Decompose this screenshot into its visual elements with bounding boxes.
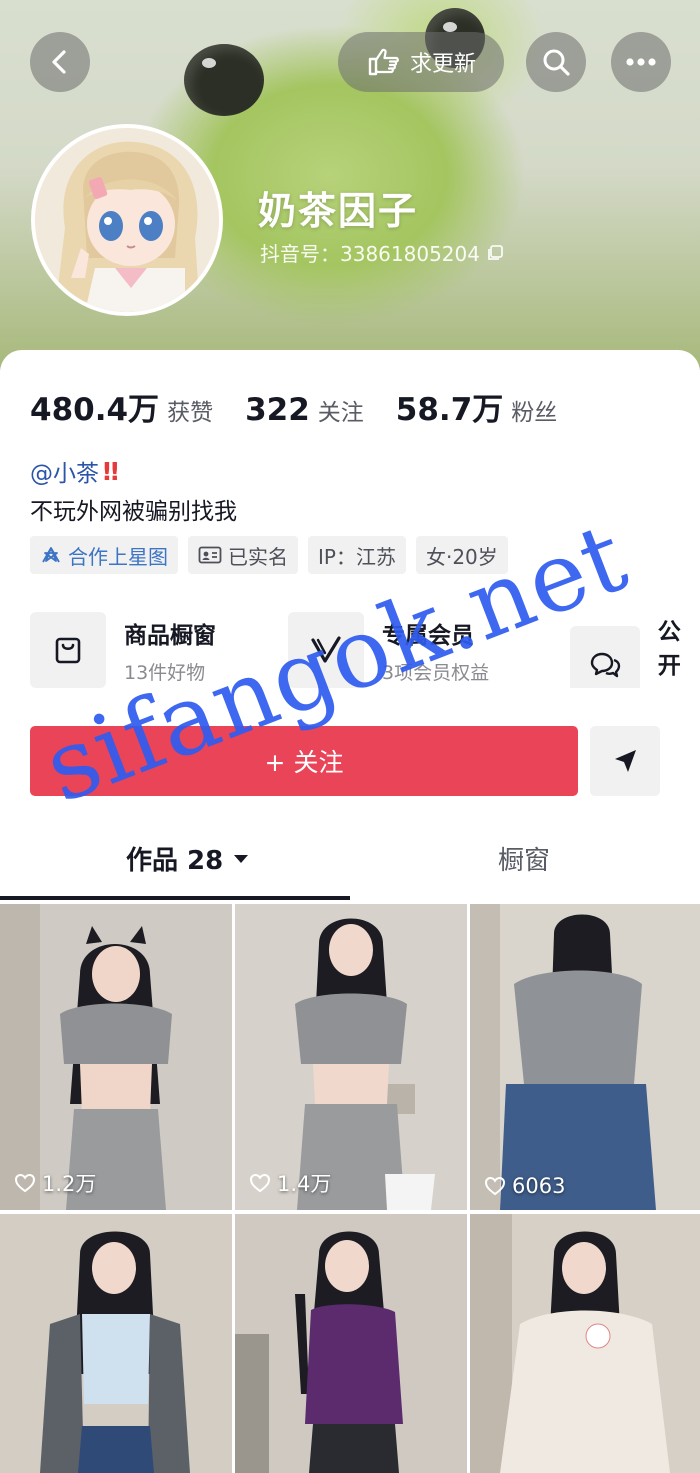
profile-header-banner: 求更新 奶茶因子 抖音号：33861805204 <box>0 0 700 370</box>
mention-text: @小茶 <box>30 461 99 487</box>
back-button[interactable] <box>30 32 90 92</box>
content-tabs: 作品 28 橱窗 <box>0 840 700 904</box>
star-map-icon <box>42 547 60 563</box>
chevron-left-icon <box>52 50 66 74</box>
tag-verified-identity[interactable]: 已实名 <box>188 536 298 574</box>
stat-label: 粉丝 <box>511 400 558 426</box>
stat-value: 480.4万 <box>30 392 160 428</box>
feature-icon-box <box>30 612 106 688</box>
stat-followers[interactable]: 58.7万 粉丝 <box>396 384 558 429</box>
video-thumbnail[interactable] <box>470 1214 700 1473</box>
like-count-text: 6063 <box>512 1174 566 1198</box>
heart-outline-icon <box>14 1173 36 1193</box>
heart-outline-icon <box>484 1176 506 1196</box>
avatar-doll-image <box>35 128 219 312</box>
profile-stats: 480.4万 获赞 322 关注 58.7万 粉丝 <box>30 384 557 429</box>
stat-value: 322 <box>245 392 310 428</box>
stat-value: 58.7万 <box>395 392 504 428</box>
bio-text: 不玩外网被骗别找我 <box>30 499 237 525</box>
group-chat-icon <box>590 652 621 677</box>
heart-outline-icon <box>249 1173 271 1193</box>
tab-works-label: 作品 28 <box>126 846 224 876</box>
video-thumbnail[interactable] <box>235 1214 467 1473</box>
like-count: 6063 <box>484 1174 565 1198</box>
feature-title: 公开 <box>657 619 681 679</box>
stat-likes[interactable]: 480.4万 获赞 <box>30 384 213 429</box>
avatar[interactable] <box>31 124 223 316</box>
tag-label: IP：江苏 <box>318 544 396 569</box>
feature-icon-box <box>570 625 640 688</box>
stat-following[interactable]: 322 关注 <box>245 392 364 428</box>
video-cover-image <box>0 1214 232 1473</box>
banner-frog-eye <box>184 44 264 116</box>
copy-icon[interactable] <box>486 244 504 262</box>
more-dots-icon <box>626 58 656 66</box>
double-exclamation-icon: ‼ <box>103 456 119 486</box>
tag-star-map[interactable]: 合作上星图 <box>30 536 178 574</box>
profile-nickname: 奶茶因子 <box>258 189 419 233</box>
like-count-text: 1.2万 <box>42 1172 97 1196</box>
stat-label: 关注 <box>317 400 364 426</box>
tag-label: 已实名 <box>228 544 288 569</box>
video-grid: 1.2万 1.4万 6063 <box>0 904 700 1473</box>
shopping-bag-icon <box>55 637 81 664</box>
video-cover-image <box>470 1214 700 1473</box>
caret-down-icon <box>234 854 249 863</box>
video-cover-image <box>470 904 700 1210</box>
like-count-text: 1.4万 <box>277 1172 332 1196</box>
search-button[interactable] <box>526 32 586 92</box>
video-cover-image <box>235 904 467 1210</box>
video-thumbnail[interactable]: 1.4万 <box>235 904 467 1210</box>
like-count: 1.2万 <box>14 1168 96 1198</box>
search-icon <box>543 49 570 76</box>
video-cover-image <box>235 1214 467 1473</box>
request-update-button[interactable]: 求更新 <box>338 32 504 92</box>
like-count: 1.4万 <box>249 1168 331 1198</box>
pointing-hand-icon <box>368 48 399 76</box>
video-thumbnail[interactable] <box>0 1214 232 1473</box>
stat-label: 获赞 <box>167 400 214 426</box>
tag-ip-location: IP：江苏 <box>308 536 406 574</box>
video-thumbnail[interactable]: 1.2万 <box>0 904 232 1210</box>
request-update-label: 求更新 <box>409 52 476 77</box>
feature-title: 商品橱窗 <box>124 622 216 649</box>
bio-mention-link[interactable]: @小茶 ‼ <box>30 454 119 488</box>
tab-shop-window[interactable]: 橱窗 <box>498 840 550 877</box>
active-tab-indicator <box>0 896 350 900</box>
more-options-button[interactable] <box>611 32 671 92</box>
video-thumbnail[interactable]: 6063 <box>470 904 700 1210</box>
paper-plane-icon <box>615 750 636 772</box>
douyin-id: 抖音号：33861805204 <box>260 238 504 267</box>
video-cover-image <box>0 904 232 1210</box>
send-message-button[interactable] <box>590 726 660 796</box>
tag-label: 合作上星图 <box>68 544 168 569</box>
tab-works[interactable]: 作品 28 <box>126 840 249 877</box>
douyin-id-text: 抖音号：33861805204 <box>260 242 480 266</box>
id-card-icon <box>198 546 222 564</box>
